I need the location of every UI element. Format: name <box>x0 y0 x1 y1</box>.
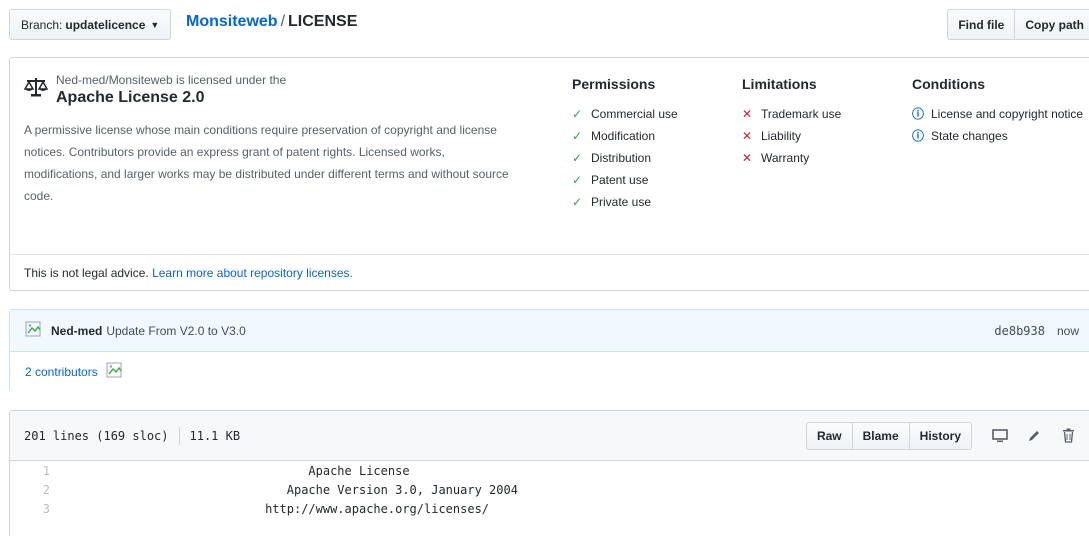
code-view: 1 Apache License 2 Apache Version 3.0, J… <box>10 461 1089 518</box>
condition-item: ⓘ State changes <box>912 125 1087 147</box>
file-header: 201 lines (169 sloc) 11.1 KB Raw Blame H… <box>10 411 1089 461</box>
caret-down-icon: ▼ <box>150 19 160 30</box>
limitation-label: Liability <box>761 129 802 143</box>
permission-item: ✓ Private use <box>572 191 722 213</box>
file-action-button-group: Raw Blame History <box>805 421 972 450</box>
permission-item: ✓ Distribution <box>572 147 722 169</box>
limitations-title: Limitations <box>742 76 817 92</box>
permission-label: Modification <box>591 129 656 143</box>
permission-label: Patent use <box>591 173 649 187</box>
condition-label: License and copyright notice <box>931 107 1084 121</box>
contributors-row: 2 contributors <box>10 352 1089 392</box>
legal-notice: This is not legal advice. Learn more abo… <box>10 254 1089 291</box>
history-button[interactable]: History <box>909 421 972 450</box>
pencil-icon[interactable] <box>1020 422 1048 450</box>
contributors-link[interactable]: 2 contributors <box>25 365 98 379</box>
code-line: 1 Apache License <box>10 461 1089 480</box>
copy-path-button[interactable]: Copy path <box>1015 9 1089 40</box>
raw-button[interactable]: Raw <box>805 421 853 450</box>
commit-sha[interactable]: de8b938 <box>994 324 1045 338</box>
file-viewer: 201 lines (169 sloc) 11.1 KB Raw Blame H… <box>9 410 1089 536</box>
conditions-title: Conditions <box>912 76 986 92</box>
line-number[interactable]: 2 <box>10 483 60 497</box>
condition-label: State changes <box>931 129 1008 143</box>
permission-item: ✓ Patent use <box>572 169 722 191</box>
info-icon: ⓘ <box>912 129 925 143</box>
branch-prefix: Branch: <box>21 17 63 32</box>
file-nav-button-group: Find file Copy path <box>947 9 1089 40</box>
find-file-button[interactable]: Find file <box>947 9 1016 40</box>
file-navigation: Branch: updatelicence ▼ Monsiteweb / LICEN… <box>9 9 1089 41</box>
license-description: A permissive license whose main conditio… <box>24 123 509 203</box>
limitations-list: Limitations ✕ Trademark use ✕ Liability ✕ W… <box>742 76 892 169</box>
file-info: 201 lines (169 sloc) 11.1 KB <box>24 426 241 445</box>
file-size: 11.1 KB <box>189 428 241 443</box>
branch-select-button[interactable]: Branch: updatelicence ▼ <box>9 9 172 40</box>
permission-item: ✓ Commercial use <box>572 103 722 125</box>
line-number[interactable]: 1 <box>10 464 60 478</box>
conditions-list: Conditions ⓘ License and copyright notice… <box>912 76 1087 147</box>
permissions-title: Permissions <box>572 76 656 92</box>
check-icon: ✓ <box>572 107 583 121</box>
code-line: 2 Apache Version 3.0, January 2004 <box>10 480 1089 499</box>
file-lines-info: 201 lines (169 sloc) <box>24 428 169 443</box>
branch-name: updatelicence <box>65 17 146 32</box>
permission-label: Private use <box>591 195 652 209</box>
info-icon: ⓘ <box>912 107 925 121</box>
law-scale-icon <box>24 78 48 97</box>
broken-image-icon[interactable] <box>106 362 126 382</box>
limitation-item: ✕ Liability <box>742 125 892 147</box>
breadcrumb: Monsiteweb / LICENSE <box>186 13 357 31</box>
commit-time: now <box>1056 323 1079 338</box>
license-summary: Ned-med/Monsiteweb is licensed under the… <box>10 58 550 221</box>
breadcrumb-repo-link[interactable]: Monsiteweb <box>186 13 278 30</box>
limitation-label: Trademark use <box>761 107 842 121</box>
check-icon: ✓ <box>572 151 583 165</box>
license-info-box: Ned-med/Monsiteweb is licensed under the… <box>9 57 1089 291</box>
latest-commit-row: Ned-med Update From V2.0 to V3.0 de8b938… <box>10 310 1089 352</box>
limitation-item: ✕ Warranty <box>742 147 892 169</box>
breadcrumb-file: LICENSE <box>288 13 358 30</box>
divider <box>178 426 180 445</box>
limitation-label: Warranty <box>761 151 810 165</box>
code-line: 3 http://www.apache.org/licenses/ <box>10 499 1089 518</box>
x-icon: ✕ <box>742 151 753 165</box>
license-name: Apache License 2.0 <box>56 89 205 106</box>
condition-item: ⓘ License and copyright notice <box>912 103 1087 125</box>
blame-button[interactable]: Blame <box>852 421 910 450</box>
line-content: Apache License <box>70 463 410 478</box>
x-icon: ✕ <box>742 107 753 121</box>
permission-item: ✓ Modification <box>572 125 722 147</box>
check-icon: ✓ <box>572 173 583 187</box>
line-number[interactable]: 3 <box>10 502 60 516</box>
desktop-icon[interactable] <box>986 422 1014 450</box>
learn-more-link[interactable]: Learn more about repository licenses. <box>152 266 353 280</box>
permissions-list: Permissions ✓ Commercial use ✓ Modificatio… <box>572 76 722 213</box>
limitation-item: ✕ Trademark use <box>742 103 892 125</box>
commit-tease: Ned-med Update From V2.0 to V3.0 de8b938… <box>9 309 1089 392</box>
check-icon: ✓ <box>572 129 583 143</box>
licensed-by-text: Ned-med/Monsiteweb is licensed under the <box>56 73 287 87</box>
broken-image-icon[interactable] <box>25 321 45 341</box>
permission-label: Commercial use <box>591 107 678 121</box>
check-icon: ✓ <box>572 195 583 209</box>
breadcrumb-separator: / <box>280 13 286 30</box>
commit-meta: de8b938 now <box>994 324 1079 338</box>
line-content: http://www.apache.org/licenses/ <box>70 501 490 516</box>
license-header: Ned-med/Monsiteweb is licensed under the… <box>24 72 536 108</box>
legal-text: This is not legal advice. <box>24 266 149 280</box>
commit-author[interactable]: Ned-med <box>51 324 102 338</box>
permission-label: Distribution <box>591 151 652 165</box>
trash-icon[interactable] <box>1054 422 1082 450</box>
file-actions: Raw Blame History <box>805 421 1082 450</box>
x-icon: ✕ <box>742 129 753 143</box>
line-content: Apache Version 3.0, January 2004 <box>70 482 518 497</box>
commit-message[interactable]: Update From V2.0 to V3.0 <box>106 324 245 338</box>
